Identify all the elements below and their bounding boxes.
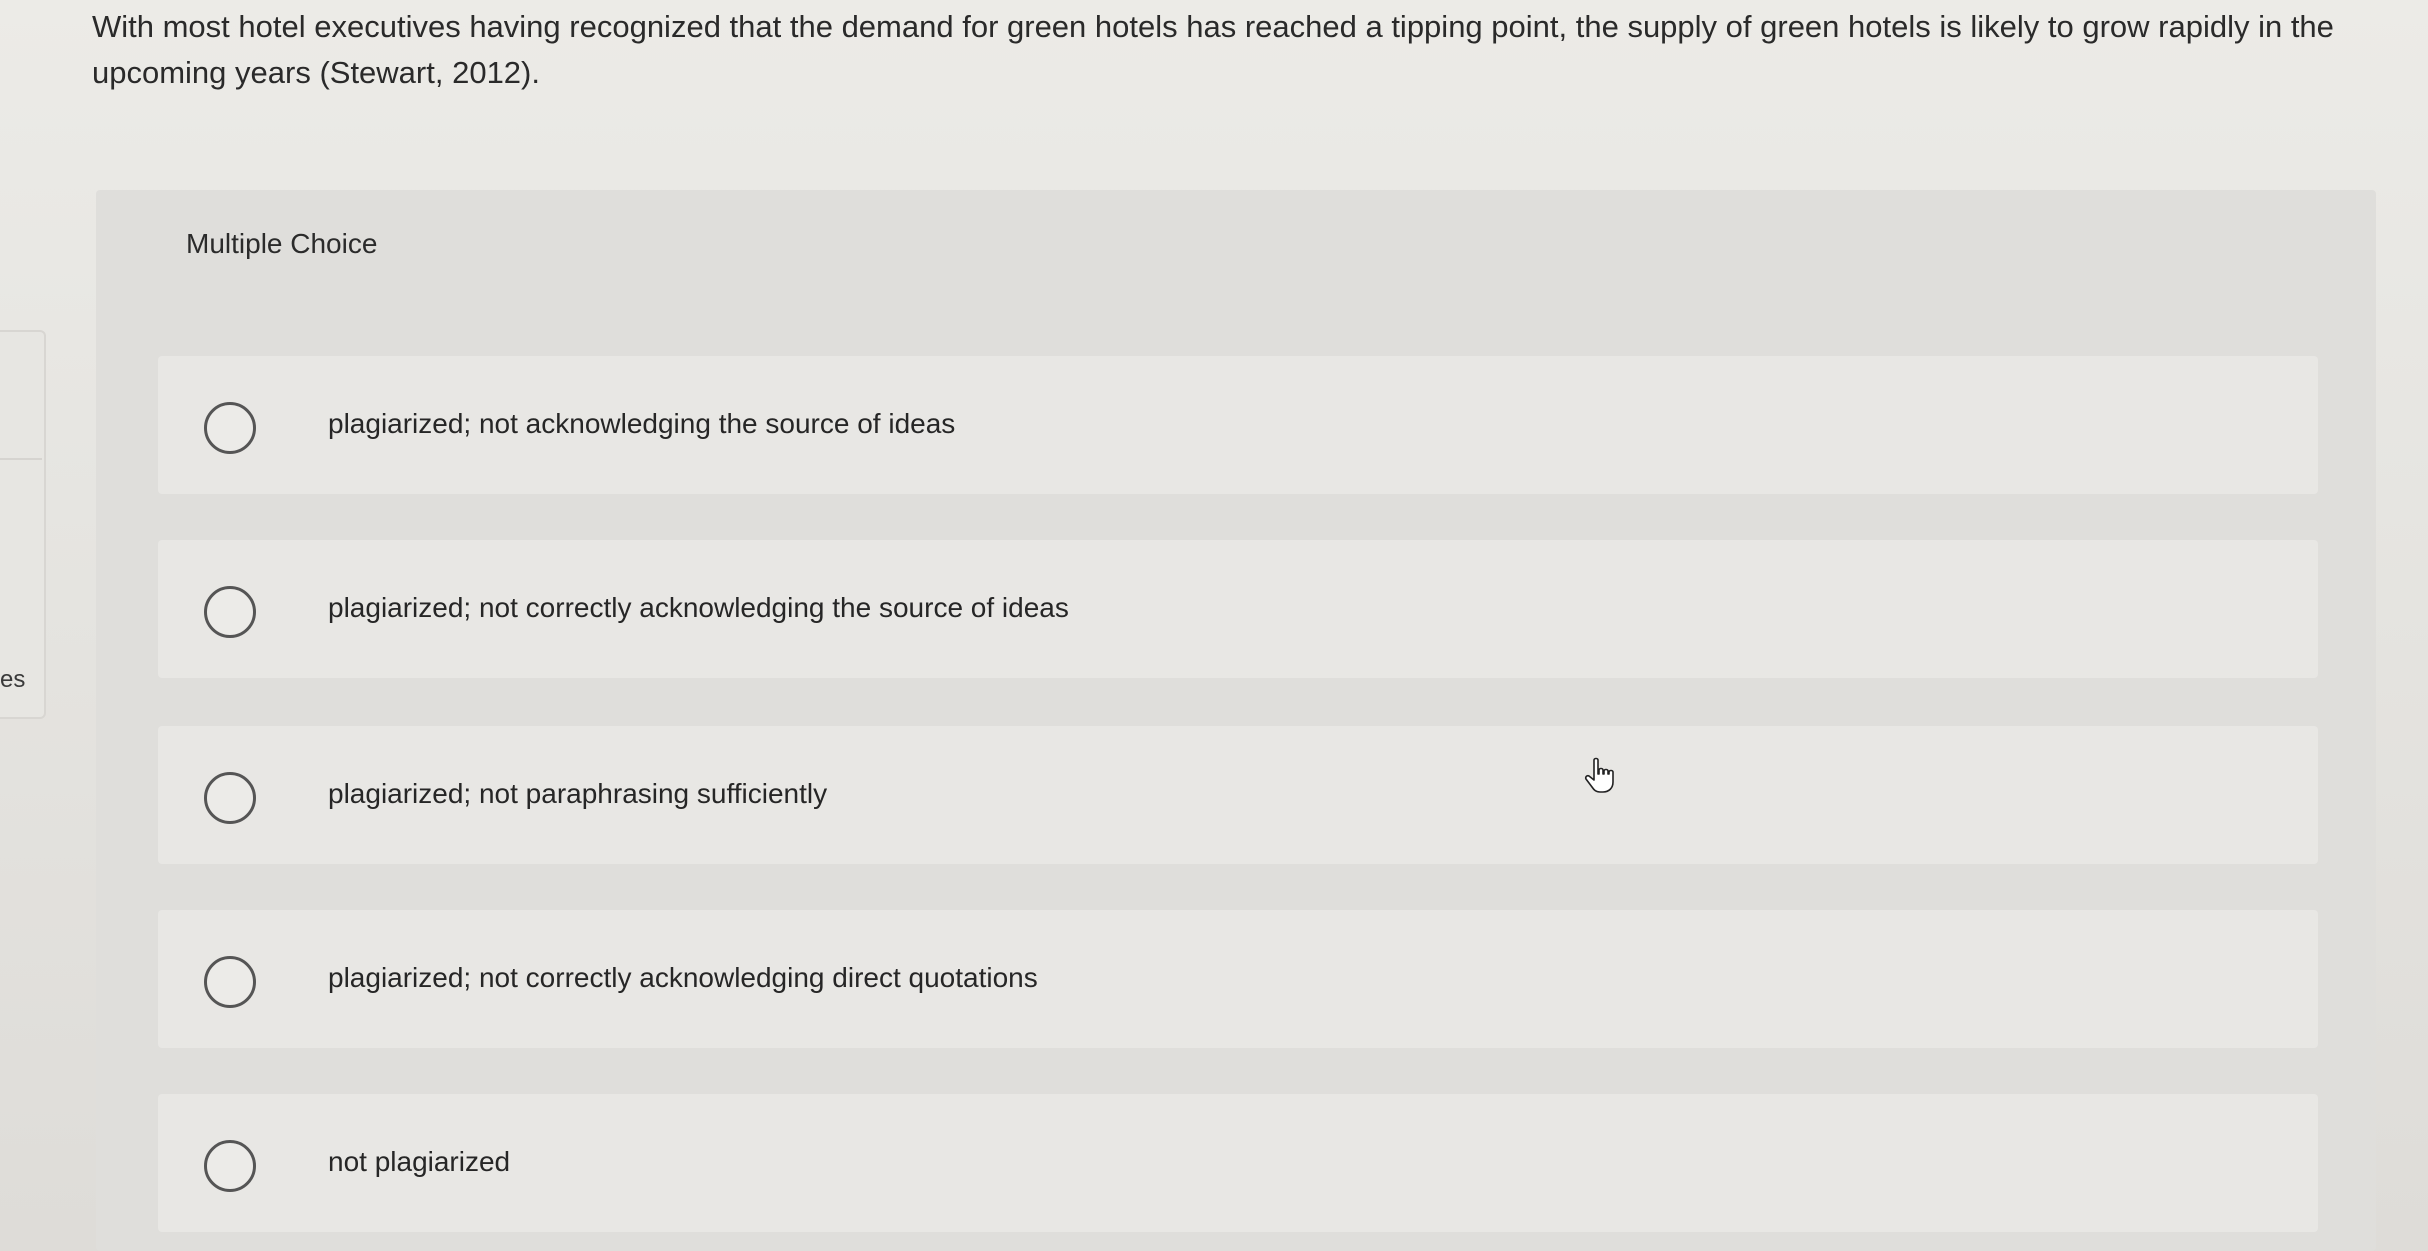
answer-option-label: plagiarized; not correctly acknowledging… bbox=[328, 592, 1069, 623]
answer-option-5[interactable]: not plagiarized bbox=[158, 1094, 2318, 1232]
hand-pointer-icon bbox=[1584, 757, 1614, 793]
sidebar-divider bbox=[0, 458, 42, 460]
left-sidebar-fragment bbox=[0, 330, 46, 719]
answer-option-2[interactable]: plagiarized; not correctly acknowledging… bbox=[158, 540, 2318, 678]
answer-option-3[interactable]: plagiarized; not paraphrasing sufficient… bbox=[158, 726, 2318, 864]
sidebar-label-fragment: es bbox=[0, 666, 26, 693]
answer-option-label: plagiarized; not correctly acknowledging… bbox=[328, 962, 1038, 993]
multiple-choice-label: Multiple Choice bbox=[186, 228, 378, 259]
answer-option-4[interactable]: plagiarized; not correctly acknowledging… bbox=[158, 910, 2318, 1048]
answer-option-1[interactable]: plagiarized; not acknowledging the sourc… bbox=[158, 356, 2318, 494]
radio-button[interactable] bbox=[204, 586, 256, 638]
multiple-choice-panel: Multiple Choice plagiarized; not acknowl… bbox=[96, 190, 2376, 1251]
question-text: With most hotel executives having recogn… bbox=[92, 9, 2334, 90]
radio-button[interactable] bbox=[204, 402, 256, 454]
answer-option-label: plagiarized; not acknowledging the sourc… bbox=[328, 408, 956, 439]
radio-button[interactable] bbox=[204, 772, 256, 824]
radio-button[interactable] bbox=[204, 956, 256, 1008]
answer-option-label: not plagiarized bbox=[328, 1146, 511, 1177]
answer-option-label: plagiarized; not paraphrasing sufficient… bbox=[328, 778, 828, 809]
radio-button[interactable] bbox=[204, 1140, 256, 1192]
page: es With most hotel executives having rec… bbox=[0, 0, 2428, 1251]
